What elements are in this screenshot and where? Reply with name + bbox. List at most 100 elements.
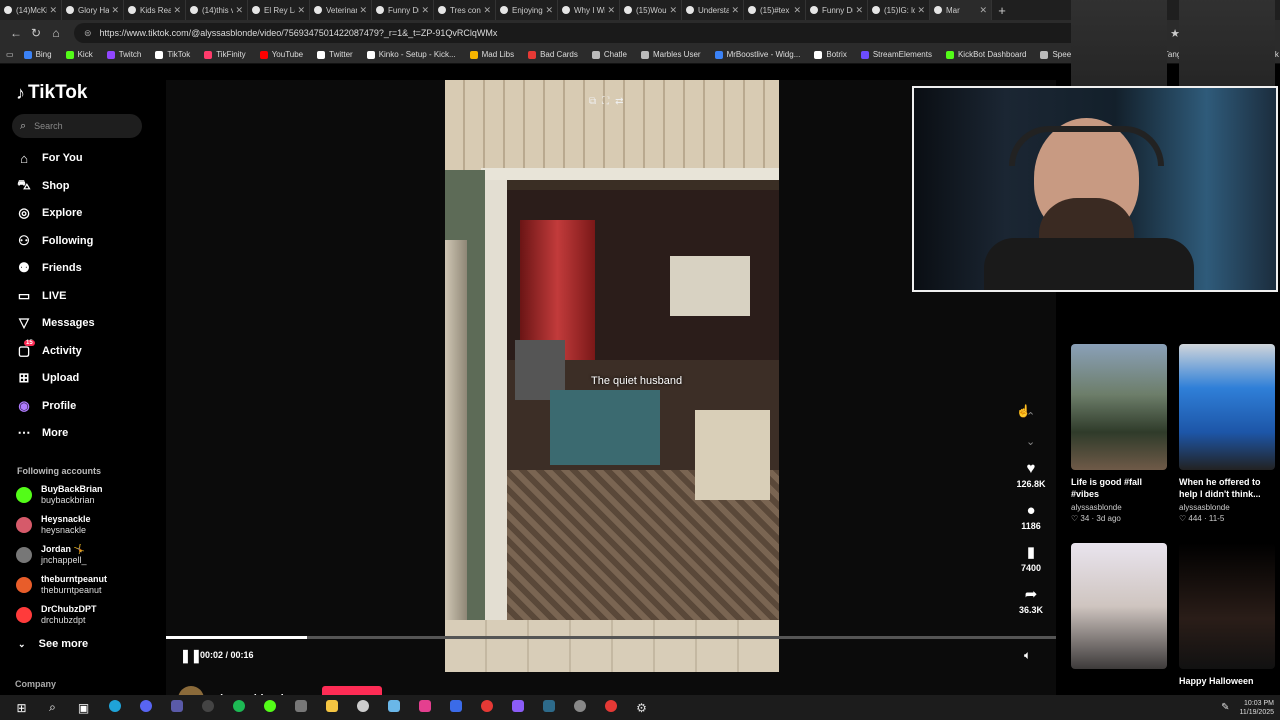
nav-item-more[interactable]: ⋯ More [16, 423, 69, 443]
related-video-card[interactable]: When he offered to help I didn't think..… [1179, 344, 1275, 523]
clock[interactable]: 10:03 PM 11/19/2025 [1239, 699, 1274, 717]
close-tab-icon[interactable]: ✕ [917, 5, 925, 16]
volume-icon[interactable]: 🔈︎ [1024, 648, 1031, 663]
app-icon[interactable] [502, 700, 533, 715]
share-button[interactable]: ➦ 36.3K [1006, 585, 1056, 615]
following-account[interactable]: Heysnackle heysnackle [16, 512, 91, 538]
bookmark-item[interactable]: Marbles User [641, 50, 701, 59]
app-icon[interactable] [409, 700, 440, 715]
close-tab-icon[interactable]: ✕ [855, 5, 863, 16]
video-thumbnail[interactable] [1071, 543, 1167, 669]
nav-item-for-you[interactable]: ⌂ For You [16, 148, 82, 168]
video-author[interactable]: alyssasblonde [1179, 503, 1275, 512]
close-tab-icon[interactable]: ✕ [235, 5, 243, 16]
browser-tab[interactable]: (15)IG: lo ✕ [868, 0, 930, 20]
close-tab-icon[interactable]: ✕ [359, 5, 367, 16]
bookmark-item[interactable]: Twitch [106, 50, 141, 59]
browser-tab[interactable]: (15)Woul ✕ [620, 0, 682, 20]
task-view-icon[interactable]: ▣ [68, 701, 99, 715]
windows-start-icon[interactable]: ⊞ [6, 701, 37, 715]
progress-bar[interactable] [166, 636, 1056, 639]
close-tab-icon[interactable]: ✕ [483, 5, 491, 16]
close-tab-icon[interactable]: ✕ [545, 5, 553, 16]
app-icon[interactable] [378, 700, 409, 715]
app-icon[interactable] [564, 700, 595, 715]
settings-icon[interactable]: ⚙ [626, 701, 657, 715]
url-field[interactable]: ⊜ https://www.tiktok.com/@alyssasblonde/… [74, 23, 1090, 43]
expand-icon[interactable]: ⛶ [602, 96, 609, 107]
chevron-down-icon[interactable]: ⌄ [1026, 435, 1035, 448]
nav-item-messages[interactable]: ▽ Messages [16, 313, 95, 333]
bookmark-item[interactable]: Mad Libs [469, 50, 514, 59]
heart-button[interactable]: ♥ 126.8K [1006, 460, 1056, 489]
bookmark-item[interactable]: StreamElements [860, 50, 932, 59]
site-info-icon[interactable]: ⊜ [84, 28, 92, 39]
close-tab-icon[interactable]: ✕ [49, 5, 57, 16]
browser-tab[interactable]: Mar ✕ [930, 0, 992, 20]
following-account[interactable]: BuyBackBrian buybackbrian [16, 482, 103, 508]
browser-tab[interactable]: Funny Du ✕ [372, 0, 434, 20]
browser-tab[interactable]: Glory Hal ✕ [62, 0, 124, 20]
browser-tab[interactable]: Why I Wi ✕ [558, 0, 620, 20]
pause-icon[interactable]: ❚❚ [180, 648, 202, 664]
close-tab-icon[interactable]: ✕ [297, 5, 305, 16]
bookmark-item[interactable]: KickBot Dashboard [945, 50, 1026, 59]
bookmark-item[interactable]: MrBoostlive - Widg... [714, 50, 800, 59]
browser-tab[interactable]: (14)McKi ✕ [0, 0, 62, 20]
new-tab-button[interactable]: + [992, 3, 1012, 18]
app-icon[interactable] [533, 700, 564, 715]
browser-tab[interactable]: Tres cons ✕ [434, 0, 496, 20]
nav-item-live[interactable]: ▭ LIVE [16, 286, 67, 306]
nav-item-shop[interactable]: ⛍ Shop [16, 176, 69, 196]
close-tab-icon[interactable]: ✕ [607, 5, 615, 16]
bookmark-item[interactable]: Twitter [317, 50, 353, 59]
browser-tab[interactable]: (14)this v ✕ [186, 0, 248, 20]
app-icon[interactable] [285, 700, 316, 715]
app-icon[interactable] [595, 700, 626, 715]
browser-tab[interactable]: Enjoying ✕ [496, 0, 558, 20]
video-thumbnail[interactable] [1179, 543, 1275, 669]
close-tab-icon[interactable]: ✕ [111, 5, 119, 16]
close-tab-icon[interactable]: ✕ [173, 5, 181, 16]
bookmark-item[interactable]: Kick [65, 50, 93, 59]
back-icon[interactable]: ← [6, 26, 26, 40]
company-link[interactable]: Company [15, 679, 56, 689]
bookmark-item[interactable]: Kinko - Setup - Kick... [366, 50, 456, 59]
app-icon[interactable] [347, 700, 378, 715]
bookmark-item[interactable]: TikFinity [204, 50, 246, 59]
obs-icon[interactable] [192, 700, 223, 715]
nav-item-profile[interactable]: ◉ Profile [16, 396, 76, 416]
video-thumbnail[interactable] [1071, 344, 1167, 470]
browser-tab[interactable]: El Rey La ✕ [248, 0, 310, 20]
bookmark-item[interactable]: YouTube [259, 50, 303, 59]
bookmark-button[interactable]: ▮ 7400 [1006, 543, 1056, 573]
close-tab-icon[interactable]: ✕ [421, 5, 429, 16]
browser-tab[interactable]: Veterinar ✕ [310, 0, 372, 20]
nav-item-upload[interactable]: ⊞ Upload [16, 368, 80, 388]
edge-icon[interactable] [99, 700, 130, 715]
translate-icon[interactable]: ⇄ [615, 96, 623, 107]
close-tab-icon[interactable]: ✕ [979, 5, 987, 16]
search-input[interactable]: ⌕ Search [12, 114, 142, 138]
close-tab-icon[interactable]: ✕ [669, 5, 677, 16]
see-more-button[interactable]: ⌄ See more [18, 638, 88, 650]
bookmark-item[interactable]: Bad Cards [528, 50, 578, 59]
browser-tab[interactable]: (15)#tex ✕ [744, 0, 806, 20]
app-icon[interactable] [161, 700, 192, 715]
discord-icon[interactable] [130, 700, 161, 715]
kick-icon[interactable] [254, 700, 285, 715]
search-icon[interactable]: ⌕ [37, 700, 68, 715]
close-tab-icon[interactable]: ✕ [793, 5, 801, 16]
nav-item-following[interactable]: ⚇ Following [16, 231, 93, 251]
related-video-card[interactable]: alyssasblonde [1071, 543, 1167, 711]
bookmark-item[interactable]: TikTok [155, 50, 190, 59]
file-explorer-icon[interactable] [316, 700, 347, 715]
video-author[interactable]: alyssasblonde [1071, 503, 1167, 512]
related-video-card[interactable]: Happy Halloween [1179, 543, 1275, 702]
app-icon[interactable] [440, 700, 471, 715]
pen-icon[interactable]: ✎ [1221, 702, 1229, 713]
browser-tab[interactable]: Funny Du ✕ [806, 0, 868, 20]
nav-item-friends[interactable]: ⚉ Friends [16, 258, 82, 278]
home-icon[interactable]: ⌂ [46, 26, 66, 40]
following-account[interactable]: Jordan 🤸 jnchappell_ [16, 542, 87, 568]
